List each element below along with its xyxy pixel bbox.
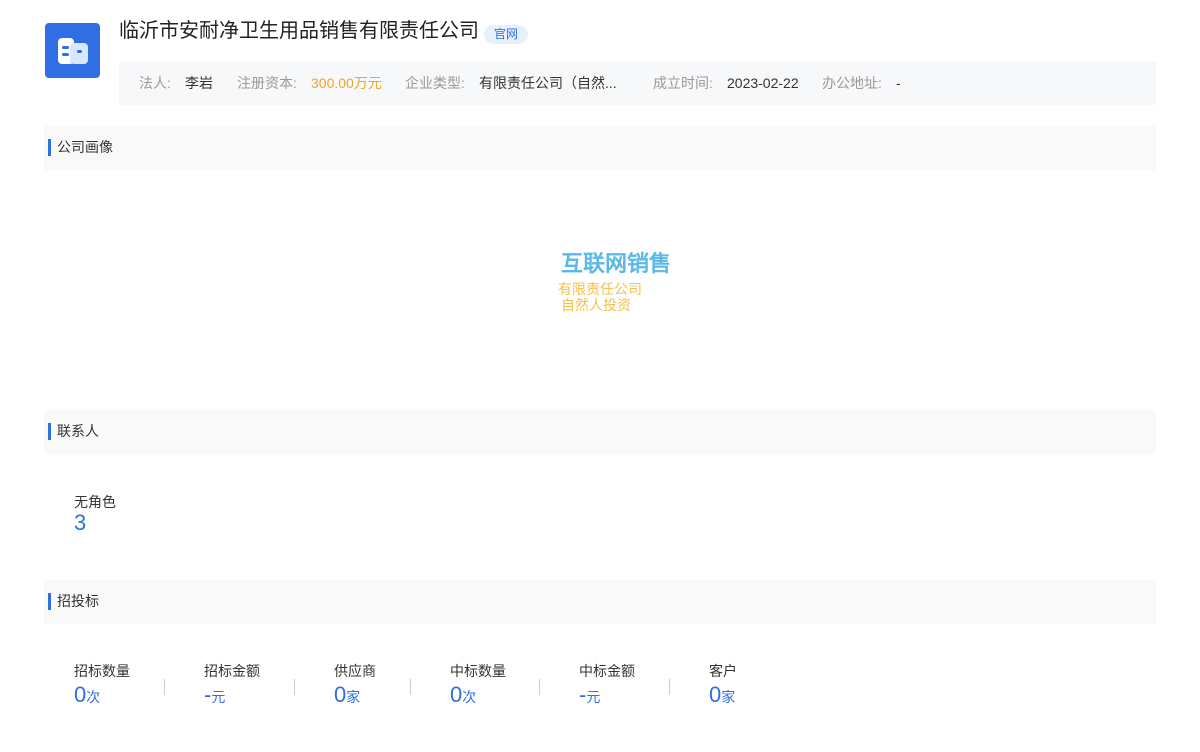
official-site-tag[interactable]: 官网 bbox=[484, 25, 529, 44]
stat-tender-count[interactable]: 招标数量 0次 bbox=[74, 662, 130, 708]
section-header-bidding: 招投标 bbox=[44, 580, 1156, 624]
portrait-word: 自然人投资 bbox=[561, 297, 631, 313]
section-accent-bar bbox=[48, 593, 51, 610]
stat-divider bbox=[539, 679, 540, 695]
building-icon bbox=[58, 38, 88, 64]
stat-label: 招标金额 bbox=[204, 663, 260, 679]
stat-unit: 元 bbox=[586, 689, 601, 705]
section-title-bidding: 招投标 bbox=[57, 593, 99, 609]
stat-value: 0 bbox=[74, 682, 87, 707]
capital-value: 300.00万元 bbox=[311, 75, 382, 91]
legal-rep-value[interactable]: 李岩 bbox=[185, 62, 213, 105]
section-title-portrait: 公司画像 bbox=[57, 139, 113, 155]
stat-customers[interactable]: 客户 0家 bbox=[709, 662, 737, 708]
capital-label: 注册资本: bbox=[237, 75, 297, 91]
section-header-contacts: 联系人 bbox=[44, 410, 1156, 454]
stat-winning-amount[interactable]: 中标金额 -元 bbox=[579, 662, 635, 708]
company-type-label: 企业类型: bbox=[405, 75, 465, 91]
stat-label: 客户 bbox=[709, 663, 737, 679]
stat-tender-amount[interactable]: 招标金额 -元 bbox=[204, 662, 260, 708]
stat-unit: 家 bbox=[346, 689, 361, 705]
stat-suppliers[interactable]: 供应商 0家 bbox=[334, 662, 376, 708]
stat-value: 0 bbox=[334, 682, 347, 707]
stat-divider bbox=[164, 679, 165, 695]
founded-date-value: 2023-02-22 bbox=[727, 75, 799, 91]
company-name: 临沂市安耐净卫生用品销售有限责任公司 bbox=[119, 20, 479, 42]
stat-winning-count[interactable]: 中标数量 0次 bbox=[450, 662, 506, 708]
stat-value: 0 bbox=[450, 682, 463, 707]
stat-divider bbox=[669, 679, 670, 695]
office-address-value: - bbox=[896, 75, 901, 91]
office-address-label: 办公地址: bbox=[822, 75, 882, 91]
company-portrait-wordcloud: 互联网销售 有限责任公司 自然人投资 bbox=[44, 170, 1156, 409]
stat-divider bbox=[410, 679, 411, 695]
stat-label: 中标金额 bbox=[579, 663, 635, 679]
company-logo bbox=[45, 23, 100, 78]
section-accent-bar bbox=[48, 139, 51, 156]
stat-unit: 家 bbox=[721, 689, 736, 705]
stat-unit: 次 bbox=[86, 689, 101, 705]
stat-value: 0 bbox=[709, 682, 722, 707]
company-info-bar: 法人: 李岩 注册资本: 300.00万元 企业类型: 有限责任公司（自然...… bbox=[119, 62, 1156, 105]
portrait-word: 互联网销售 bbox=[561, 251, 672, 276]
section-header-portrait: 公司画像 bbox=[44, 126, 1156, 170]
stat-unit: 元 bbox=[211, 689, 226, 705]
stat-unit: 次 bbox=[462, 689, 477, 705]
legal-rep-label: 法人: bbox=[139, 75, 171, 91]
stat-label: 招标数量 bbox=[74, 663, 130, 679]
section-accent-bar bbox=[48, 423, 51, 440]
section-title-contacts: 联系人 bbox=[57, 423, 99, 439]
contact-role-count[interactable]: 3 bbox=[74, 510, 86, 536]
founded-date-label: 成立时间: bbox=[653, 75, 713, 91]
company-type-value: 有限责任公司（自然... bbox=[479, 75, 617, 91]
stat-divider bbox=[294, 679, 295, 695]
stat-label: 供应商 bbox=[334, 663, 376, 679]
stat-label: 中标数量 bbox=[450, 663, 506, 679]
contact-role-label: 无角色 bbox=[74, 494, 116, 510]
